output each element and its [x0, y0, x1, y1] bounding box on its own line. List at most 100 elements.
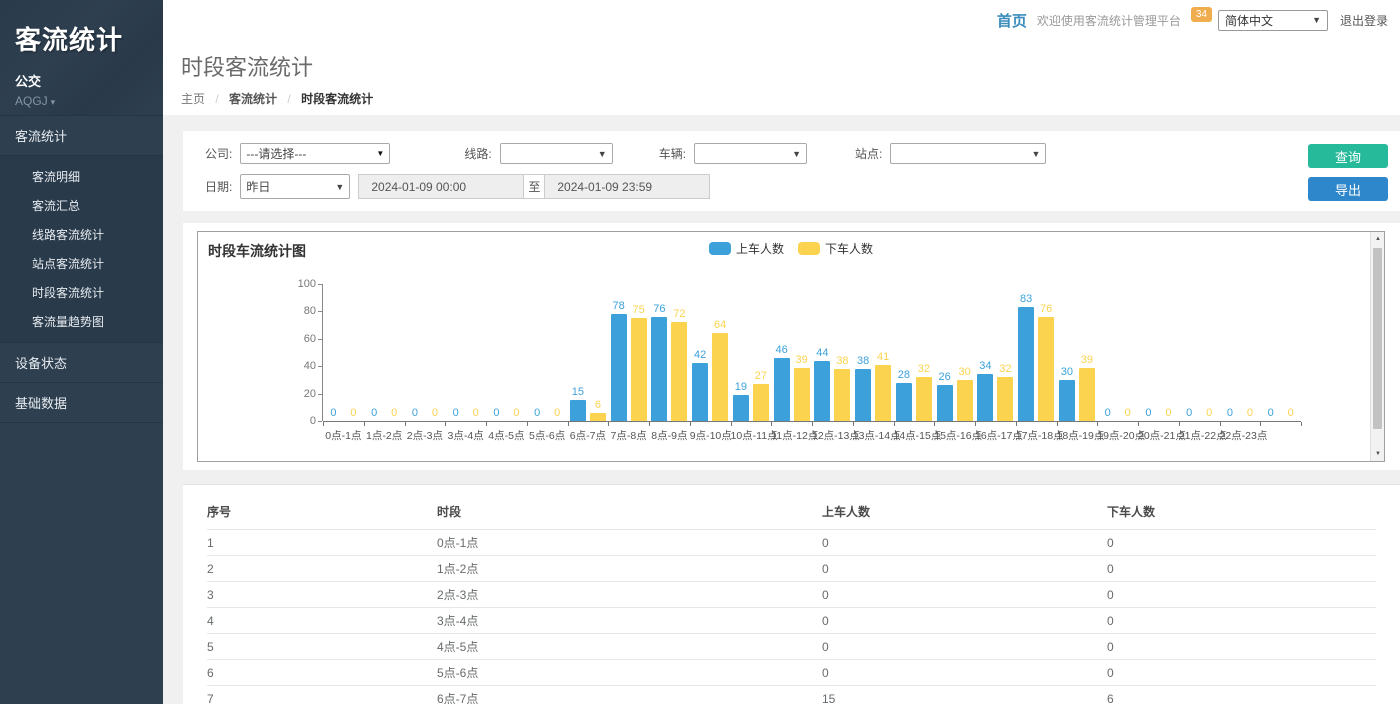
x-axis-tick-mark	[1179, 422, 1180, 426]
language-select[interactable]: 简体中文 ▼	[1218, 10, 1328, 31]
bar-wrap: 42	[692, 349, 708, 421]
bar-value-label: 0	[1227, 407, 1233, 419]
x-axis-label: 19点-20点	[1097, 428, 1138, 443]
breadcrumb-section[interactable]: 客流统计	[229, 92, 277, 106]
bar-下车人数[interactable]	[957, 380, 973, 421]
scroll-up-arrow-icon[interactable]: ▲	[1371, 232, 1385, 246]
station-select[interactable]: ▼	[890, 143, 1046, 164]
notification-badge[interactable]: 34	[1191, 7, 1212, 22]
cell-period: 3点-4点	[437, 608, 822, 634]
sidebar-item-客流明细[interactable]: 客流明细	[0, 162, 163, 191]
bar-下车人数[interactable]	[916, 377, 932, 421]
x-axis-tick-mark	[894, 422, 895, 426]
table-header-row: 序号 时段 上车人数 下车人数	[207, 495, 1376, 530]
vehicle-label: 车辆:	[659, 145, 686, 162]
date-start-input[interactable]: 2024-01-09 00:00	[358, 174, 524, 199]
col-header-period: 时段	[437, 495, 822, 530]
bar-下车人数[interactable]	[794, 368, 810, 421]
sidebar-section-device-status[interactable]: 设备状态	[0, 343, 163, 383]
bar-下车人数[interactable]	[590, 413, 606, 421]
bar-上车人数[interactable]	[937, 385, 953, 421]
bar-wrap: 41	[875, 351, 891, 421]
bar-wrap: 0	[448, 407, 464, 421]
table-row: 54点-5点00	[207, 634, 1376, 660]
bar-group-15点-16点: 2630	[934, 366, 975, 421]
bar-wrap: 0	[386, 407, 402, 421]
org-code-dropdown[interactable]: AQGJ▾	[15, 94, 163, 108]
bar-下车人数[interactable]	[997, 377, 1013, 421]
bar-wrap: 0	[407, 407, 423, 421]
bar-下车人数[interactable]	[1038, 317, 1054, 421]
y-axis-tick-label: 40	[276, 360, 316, 372]
bar-上车人数[interactable]	[1018, 307, 1034, 421]
x-axis-label: 9点-10点	[690, 428, 731, 443]
line-select[interactable]: ▼	[500, 143, 613, 164]
bar-上车人数[interactable]	[814, 361, 830, 421]
bar-上车人数[interactable]	[692, 363, 708, 421]
vehicle-select[interactable]: ▼	[694, 143, 807, 164]
bar-下车人数[interactable]	[1079, 368, 1095, 421]
bar-value-label: 0	[1145, 407, 1151, 419]
bar-上车人数[interactable]	[896, 383, 912, 421]
y-axis-tick-label: 60	[276, 333, 316, 345]
query-button[interactable]: 查询	[1308, 144, 1388, 168]
cell-period: 1点-2点	[437, 556, 822, 582]
bar-下车人数[interactable]	[712, 333, 728, 421]
bar-value-label: 39	[1081, 354, 1093, 366]
logout-link[interactable]: 退出登录	[1340, 12, 1388, 29]
bar-下车人数[interactable]	[671, 322, 687, 421]
breadcrumb-home[interactable]: 主页	[181, 92, 205, 106]
chart-panel: 时段车流统计图 上车人数下车人数 00000000000015678757672…	[197, 231, 1385, 462]
x-axis-tick-mark	[445, 422, 446, 426]
x-axis-tick-mark	[486, 422, 487, 426]
bar-value-label: 41	[877, 351, 889, 363]
date-end-input[interactable]: 2024-01-09 23:59	[544, 174, 710, 199]
bar-上车人数[interactable]	[570, 400, 586, 421]
station-label: 站点:	[855, 145, 882, 162]
legend-item-下车人数[interactable]: 下车人数	[798, 240, 873, 257]
sidebar-item-线路客流统计[interactable]: 线路客流统计	[0, 220, 163, 249]
date-preset-select[interactable]: 昨日 ▼	[240, 174, 350, 199]
sidebar-section-passenger-stats[interactable]: 客流统计	[0, 115, 163, 156]
bar-上车人数[interactable]	[733, 395, 749, 421]
bar-下车人数[interactable]	[875, 365, 891, 421]
legend-item-上车人数[interactable]: 上车人数	[709, 240, 784, 257]
sidebar-item-客流汇总[interactable]: 客流汇总	[0, 191, 163, 220]
scroll-down-arrow-icon[interactable]: ▼	[1371, 447, 1385, 461]
cell-period: 0点-1点	[437, 530, 822, 556]
company-select[interactable]: ---请选择--- ▼	[240, 143, 390, 164]
cell-boarding: 0	[822, 582, 1107, 608]
sidebar-item-站点客流统计[interactable]: 站点客流统计	[0, 249, 163, 278]
chevron-down-icon: ▼	[335, 182, 344, 192]
bar-value-label: 28	[898, 369, 910, 381]
bar-group-16点-17点: 3432	[975, 360, 1016, 421]
bar-wrap: 38	[855, 355, 871, 421]
bar-value-label: 64	[714, 319, 726, 331]
bar-value-label: 0	[1105, 407, 1111, 419]
bar-上车人数[interactable]	[977, 374, 993, 421]
bar-上车人数[interactable]	[1059, 380, 1075, 421]
bar-下车人数[interactable]	[753, 384, 769, 421]
sidebar-item-时段客流统计[interactable]: 时段客流统计	[0, 278, 163, 307]
scrollbar-thumb[interactable]	[1373, 248, 1382, 429]
bar-value-label: 0	[371, 407, 377, 419]
chart-vertical-scrollbar[interactable]: ▲ ▼	[1370, 232, 1384, 461]
bar-下车人数[interactable]	[834, 369, 850, 421]
home-link[interactable]: 首页	[997, 10, 1027, 31]
bar-上车人数[interactable]	[855, 369, 871, 421]
bar-上车人数[interactable]	[611, 314, 627, 421]
x-axis-label: 4点-5点	[486, 428, 527, 443]
bar-value-label: 0	[1165, 407, 1171, 419]
x-axis-label: 6点-7点	[568, 428, 609, 443]
bar-上车人数[interactable]	[651, 317, 667, 421]
sidebar-item-客流量趋势图[interactable]: 客流量趋势图	[0, 307, 163, 336]
bar-下车人数[interactable]	[631, 318, 647, 421]
date-label: 日期:	[205, 178, 232, 195]
sidebar-section-base-data[interactable]: 基础数据	[0, 383, 163, 423]
bar-group-0点-1点: 00	[323, 407, 364, 421]
bar-上车人数[interactable]	[774, 358, 790, 421]
export-button[interactable]: 导出	[1308, 177, 1388, 201]
legend-label: 上车人数	[736, 240, 784, 257]
breadcrumb: 主页 / 客流统计 / 时段客流统计	[181, 90, 1400, 107]
bar-wrap: 76	[1038, 303, 1054, 421]
